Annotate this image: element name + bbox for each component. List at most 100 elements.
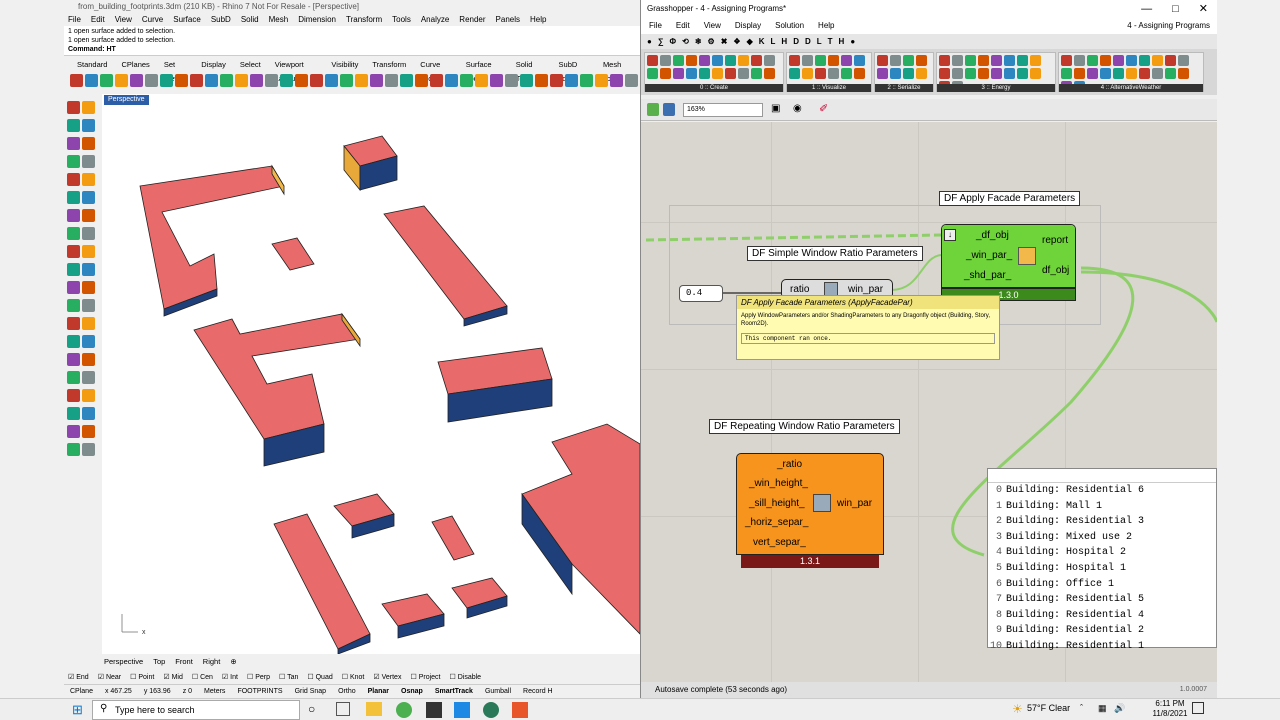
status-osnap[interactable]: Osnap [395, 685, 429, 697]
side-tool-icon[interactable] [82, 263, 95, 276]
side-tool-icon[interactable] [82, 155, 95, 168]
side-tool-icon[interactable] [82, 173, 95, 186]
osnap-checkbox[interactable]: ☐ [247, 674, 255, 681]
side-tool-icon[interactable] [67, 407, 80, 420]
gh-component-icon[interactable] [1100, 68, 1111, 79]
gh-component-icon[interactable] [991, 68, 1002, 79]
gh-component-icon[interactable] [647, 55, 658, 66]
menu-file[interactable]: File [68, 13, 81, 26]
vscode-icon[interactable] [454, 702, 470, 718]
menu-subd[interactable]: SubD [211, 13, 231, 26]
toolbar-tool-icon[interactable] [385, 74, 398, 87]
side-tool-icon[interactable] [82, 317, 95, 330]
output-report[interactable]: report [1042, 235, 1068, 246]
gh-component-icon[interactable] [725, 55, 736, 66]
osnap-option[interactable]: ☑ Near [98, 672, 121, 684]
menu-analyze[interactable]: Analyze [421, 13, 449, 26]
menu-dimension[interactable]: Dimension [298, 13, 336, 26]
gh-category-tab[interactable]: K [759, 34, 765, 49]
menu-edit[interactable]: Edit [91, 13, 105, 26]
perspective-viewport[interactable]: x [102, 94, 640, 654]
toolbar-tool-icon[interactable] [115, 74, 128, 87]
toolbar-tool-icon[interactable] [430, 74, 443, 87]
osnap-checkbox[interactable]: ☑ [222, 674, 230, 681]
gh-component-icon[interactable] [647, 68, 658, 79]
toolbar-tool-icon[interactable] [130, 74, 143, 87]
gh-component-icon[interactable] [1061, 55, 1072, 66]
toolbar-tool-icon[interactable] [535, 74, 548, 87]
toolbar-tool-icon[interactable] [460, 74, 473, 87]
gh-component-icon[interactable] [965, 55, 976, 66]
ribbon-group-alternative-weather[interactable]: 4 :: AlternativeWeather [1058, 52, 1204, 92]
gh-component-icon[interactable] [764, 55, 775, 66]
menu-help[interactable]: Help [530, 13, 546, 26]
toolbar-tool-icon[interactable] [175, 74, 188, 87]
input-shd-par[interactable]: _shd_par_ [964, 270, 1011, 281]
gh-component-icon[interactable] [965, 68, 976, 79]
toolbar-tool-icon[interactable] [250, 74, 263, 87]
menu-curve[interactable]: Curve [142, 13, 163, 26]
toolbar-tool-icon[interactable] [190, 74, 203, 87]
input-ratio[interactable]: ratio [790, 284, 809, 295]
side-tool-icon[interactable] [82, 137, 95, 150]
gh-component-icon[interactable] [1100, 55, 1111, 66]
maximize-icon[interactable]: □ [1172, 0, 1179, 18]
tab-subd-tools[interactable]: SubD Tools [552, 58, 596, 83]
gh-component-icon[interactable] [660, 55, 671, 66]
taskbar-search-input[interactable]: Type here to search [92, 700, 300, 720]
notification-icon[interactable] [1192, 702, 1204, 714]
gh-component-icon[interactable] [952, 55, 963, 66]
toolbar-tool-icon[interactable] [295, 74, 308, 87]
side-tool-icon[interactable] [67, 245, 80, 258]
gh-category-tab[interactable]: ∑ [658, 34, 664, 49]
side-tool-icon[interactable] [82, 245, 95, 258]
side-tool-icon[interactable] [82, 443, 95, 456]
gh-category-tab[interactable]: ◆ [747, 34, 753, 49]
osnap-option[interactable]: ☑ Int [222, 672, 238, 684]
side-tool-icon[interactable] [67, 191, 80, 204]
tab-surface-tools[interactable]: Surface Tools [459, 58, 509, 83]
gh-component-icon[interactable] [1165, 55, 1176, 66]
toolbar-tool-icon[interactable] [505, 74, 518, 87]
gh-menu-edit[interactable]: Edit [676, 18, 690, 34]
gh-component-icon[interactable] [1017, 68, 1028, 79]
gh-category-tab[interactable]: D [805, 34, 811, 49]
gh-component-icon[interactable] [978, 68, 989, 79]
gh-component-icon[interactable] [738, 55, 749, 66]
gh-component-icon[interactable] [712, 55, 723, 66]
side-tool-icon[interactable] [82, 353, 95, 366]
osnap-option[interactable]: ☐ Cen [192, 672, 213, 684]
gh-component-icon[interactable] [1030, 55, 1041, 66]
input-horiz-separ[interactable]: _horiz_separ_ [745, 517, 808, 528]
osnap-checkbox[interactable]: ☐ [342, 674, 350, 681]
menu-surface[interactable]: Surface [173, 13, 201, 26]
side-tool-icon[interactable] [67, 317, 80, 330]
number-slider[interactable]: 0.4 [679, 285, 723, 302]
menu-solid[interactable]: Solid [241, 13, 259, 26]
tab-visibility[interactable]: Visibility [324, 58, 365, 72]
gh-category-tab[interactable]: ⟲ [682, 34, 689, 49]
tab-transform[interactable]: Transform [365, 58, 413, 72]
toolbar-tool-icon[interactable] [580, 74, 593, 87]
gh-component-icon[interactable] [1074, 55, 1085, 66]
status-layer[interactable]: FOOTPRINTS [231, 685, 288, 697]
toolbar-tool-icon[interactable] [220, 74, 233, 87]
toolbar-tool-icon[interactable] [340, 74, 353, 87]
output-win-par[interactable]: win_par [837, 498, 872, 509]
side-tool-icon[interactable] [67, 371, 80, 384]
toolbar-tool-icon[interactable] [265, 74, 278, 87]
viewport-tab-front[interactable]: Front [175, 657, 193, 666]
add-viewport-icon[interactable]: ⊕ [230, 657, 236, 666]
gh-component-icon[interactable] [1017, 55, 1028, 66]
gh-component-icon[interactable] [890, 55, 901, 66]
osnap-checkbox[interactable]: ☑ [373, 674, 381, 681]
gh-category-tab[interactable]: ● [850, 34, 855, 49]
task-view-icon[interactable] [336, 702, 350, 716]
side-tool-icon[interactable] [82, 371, 95, 384]
save-file-icon[interactable] [663, 103, 675, 116]
clock-time[interactable]: 6:11 PM [1150, 699, 1190, 708]
sketch-icon[interactable]: ▣ [771, 103, 780, 114]
gh-component-icon[interactable] [1178, 68, 1189, 79]
command-area[interactable]: 1 open surface added to selection. 1 ope… [64, 26, 640, 56]
gh-component-icon[interactable] [764, 68, 775, 79]
